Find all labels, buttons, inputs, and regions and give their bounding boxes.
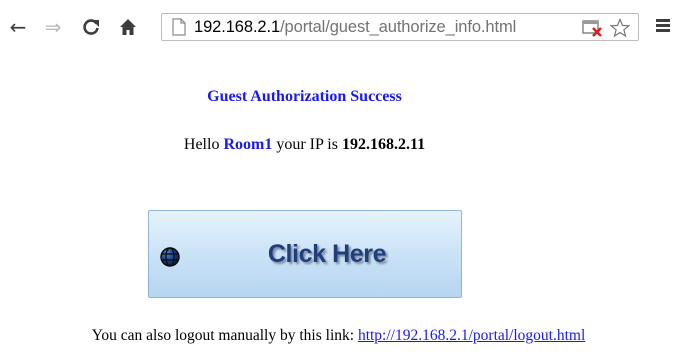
url-host: 192.168.2.1	[194, 18, 281, 36]
click-here-label: Click Here	[267, 240, 387, 268]
logout-line: You can also logout manually by this lin…	[0, 327, 677, 345]
star-icon[interactable]	[610, 18, 630, 38]
url-path: /portal/guest_authorize_info.html	[280, 18, 517, 36]
logout-prefix: You can also logout manually by this lin…	[91, 327, 358, 344]
home-icon[interactable]	[118, 17, 138, 37]
browser-toolbar: ← ⇒ 192.168.2.1/portal/guest_authorize_i…	[0, 0, 677, 64]
menu-icon[interactable]	[656, 19, 670, 33]
url-text[interactable]: 192.168.2.1/portal/guest_authorize_info.…	[194, 17, 516, 37]
page-icon	[172, 18, 186, 36]
logout-link[interactable]: http://192.168.2.1/portal/logout.html	[358, 327, 585, 344]
ip-address: 192.168.2.11	[341, 136, 426, 153]
greeting-middle: your IP is	[272, 136, 342, 153]
reload-icon[interactable]	[81, 17, 101, 37]
page-title: Guest Authorization Success	[207, 88, 402, 105]
forward-arrow-icon[interactable]: ⇒	[43, 17, 63, 37]
popup-blocked-icon[interactable]	[582, 19, 604, 37]
address-bar[interactable]: 192.168.2.1/portal/guest_authorize_info.…	[161, 13, 639, 41]
user-name: Room1	[223, 136, 273, 153]
greeting-prefix: Hello	[183, 136, 224, 153]
click-here-button[interactable]: Click Here	[148, 210, 462, 298]
back-arrow-icon[interactable]: ←	[8, 17, 28, 37]
greeting-line: Hello Room1 your IP is 192.168.2.11	[0, 136, 609, 154]
